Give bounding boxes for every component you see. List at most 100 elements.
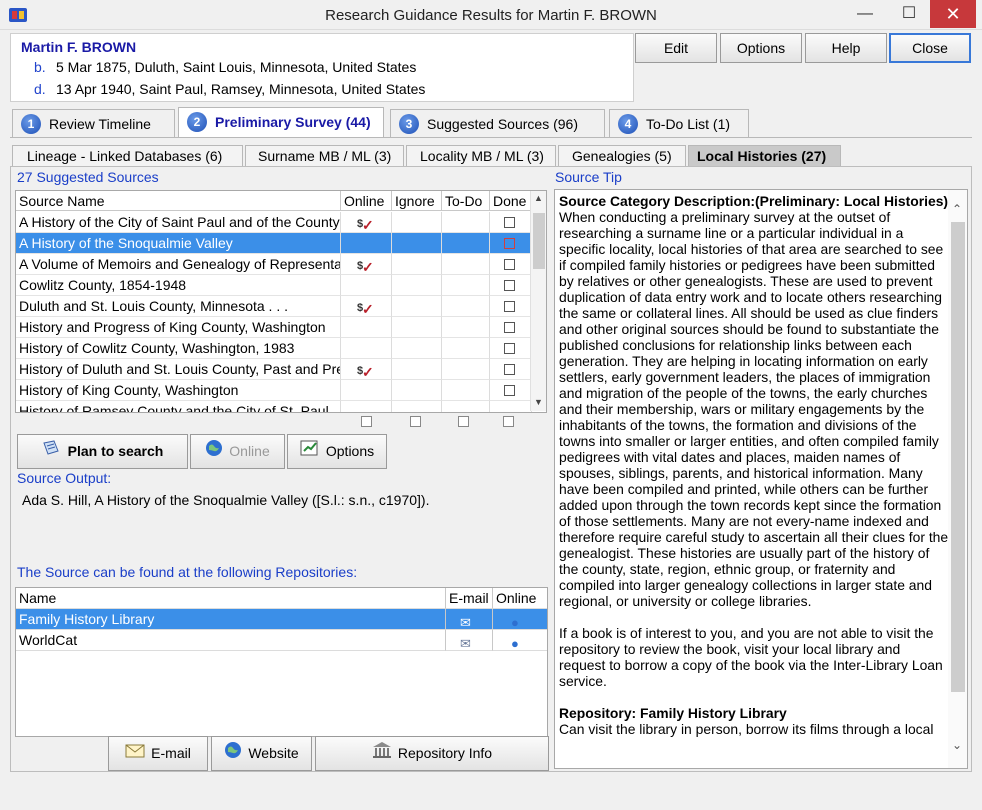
window-close-button[interactable]: ✕ (930, 0, 976, 28)
email-cell[interactable]: ✉ (446, 630, 493, 651)
repo-row-selected[interactable]: Family History Library ✉ ● (16, 609, 547, 630)
email-cell[interactable]: ✉ (446, 609, 493, 630)
online-cell[interactable]: ● (493, 609, 547, 630)
source-row-selected[interactable]: A History of the Snoqualmie Valley (16, 233, 532, 254)
ignore-filter-checkbox[interactable] (410, 416, 421, 427)
done-cell (490, 380, 532, 401)
todo-filter-checkbox[interactable] (458, 416, 469, 427)
source-row[interactable]: History of King County, Washington (16, 380, 532, 401)
subtab-surname[interactable]: Surname MB / ML (3) (245, 145, 404, 167)
sources-scrollbar[interactable]: ▲ ▼ (530, 191, 546, 411)
step-3-icon: 3 (399, 114, 419, 135)
globe-icon (224, 738, 242, 771)
death-label: d. (34, 81, 46, 97)
ignore-cell (392, 380, 442, 401)
maximize-button[interactable]: ☐ (886, 0, 932, 28)
close-button[interactable]: Close (889, 33, 971, 63)
done-cell (490, 275, 532, 296)
source-name: A Volume of Memoirs and Genealogy of Rep… (16, 254, 341, 275)
death-event: d. 13 Apr 1940, Saint Paul, Ramsey, Minne… (34, 81, 425, 97)
source-name: History of Ramsey County and the City of… (16, 401, 341, 412)
scroll-down-icon[interactable]: ⌄ (952, 738, 962, 752)
checkmark-icon: ✓ (362, 259, 374, 275)
ignore-cell (392, 212, 442, 233)
col-header-name[interactable]: Name (16, 588, 446, 609)
repo-name: WorldCat (16, 630, 446, 651)
scroll-down-icon[interactable]: ▼ (534, 397, 543, 407)
done-checkbox[interactable] (504, 322, 515, 333)
done-checkbox[interactable] (504, 259, 515, 270)
done-checkbox[interactable] (504, 301, 515, 312)
source-row[interactable]: History of Duluth and St. Louis County, … (16, 359, 532, 380)
source-options-button[interactable]: Options (287, 434, 387, 469)
tab-todo-list[interactable]: 4 To-Do List (1) (609, 109, 749, 137)
subtab-local-histories[interactable]: Local Histories (27) (688, 145, 841, 167)
plan-to-search-button[interactable]: Plan to search (17, 434, 188, 469)
checkmark-icon: ✓ (362, 301, 374, 317)
online-cell[interactable]: ● (493, 630, 547, 651)
col-header-done[interactable]: Done (490, 191, 532, 211)
done-checkbox[interactable] (504, 217, 515, 228)
scroll-thumb[interactable] (951, 222, 965, 692)
subtab-lineage[interactable]: Lineage - Linked Databases (6) (12, 145, 243, 167)
website-button[interactable]: Website (211, 736, 312, 771)
tip-paragraph: When conducting a preliminary survey at … (559, 209, 949, 609)
todo-cell (442, 401, 490, 412)
person-name: Martin F. BROWN (21, 39, 137, 55)
source-row[interactable]: History of Ramsey County and the City of… (16, 401, 532, 412)
title-bar: Research Guidance Results for Martin F. … (0, 0, 982, 30)
col-header-online[interactable]: Online (493, 588, 547, 609)
col-header-online[interactable]: Online (341, 191, 392, 211)
done-checkbox[interactable] (504, 238, 515, 249)
subtab-locality[interactable]: Locality MB / ML (3) (406, 145, 556, 167)
email-button[interactable]: E-mail (108, 736, 208, 771)
online-cell (341, 275, 392, 296)
online-filter-checkbox[interactable] (361, 416, 372, 427)
birth-value: 5 Mar 1875, Duluth, Saint Louis, Minneso… (56, 59, 417, 75)
scroll-up-icon[interactable]: ⌃ (952, 202, 962, 216)
sources-grid: Source Name Online Ignore To-Do Done A H… (15, 190, 547, 413)
help-button[interactable]: Help (805, 33, 887, 63)
birth-label: b. (34, 59, 46, 75)
done-checkbox[interactable] (504, 343, 515, 354)
online-label: Online (229, 443, 270, 459)
col-header-email[interactable]: E-mail (446, 588, 493, 609)
subtab-genealogies[interactable]: Genealogies (5) (558, 145, 686, 167)
source-row[interactable]: History of Cowlitz County, Washington, 1… (16, 338, 532, 359)
done-checkbox[interactable] (504, 364, 515, 375)
source-row[interactable]: Cowlitz County, 1854-1948 (16, 275, 532, 296)
source-row[interactable]: A History of the City of Saint Paul and … (16, 212, 532, 233)
tip-content: Source Category Description:(Preliminary… (559, 193, 949, 737)
tab-suggested-sources[interactable]: 3 Suggested Sources (96) (390, 109, 605, 137)
source-row[interactable]: A Volume of Memoirs and Genealogy of Rep… (16, 254, 532, 275)
minimize-button[interactable]: — (842, 0, 888, 28)
repo-row[interactable]: WorldCat ✉ ● (16, 630, 547, 651)
source-row[interactable]: Duluth and St. Louis County, Minnesota .… (16, 296, 532, 317)
col-header-ignore[interactable]: Ignore (392, 191, 442, 211)
globe-icon: ● (511, 636, 519, 651)
tab-review-timeline[interactable]: 1 Review Timeline (12, 109, 175, 137)
tab-preliminary-survey[interactable]: 2 Preliminary Survey (44) (178, 107, 384, 137)
tab-label: Review Timeline (49, 116, 151, 132)
col-header-source-name[interactable]: Source Name (16, 191, 341, 211)
source-name: History of King County, Washington (16, 380, 341, 401)
done-checkbox[interactable] (504, 385, 515, 396)
globe-icon (205, 436, 223, 469)
done-filter-checkbox[interactable] (503, 416, 514, 427)
done-cell (490, 359, 532, 380)
edit-button[interactable]: Edit (635, 33, 717, 63)
plan-label: Plan to search (67, 443, 164, 459)
repository-info-button[interactable]: Repository Info (315, 736, 549, 771)
tip-scrollbar[interactable]: ⌃ ⌄ (948, 190, 967, 768)
source-row[interactable]: History and Progress of King County, Was… (16, 317, 532, 338)
scroll-thumb[interactable] (533, 213, 545, 269)
done-checkbox[interactable] (504, 280, 515, 291)
online-button[interactable]: Online (190, 434, 285, 469)
source-name: A History of the City of Saint Paul and … (16, 212, 341, 233)
scroll-up-icon[interactable]: ▲ (534, 193, 543, 203)
done-cell (490, 401, 532, 412)
step-4-icon: 4 (618, 114, 638, 135)
options-button[interactable]: Options (720, 33, 802, 63)
col-header-todo[interactable]: To-Do (442, 191, 490, 211)
